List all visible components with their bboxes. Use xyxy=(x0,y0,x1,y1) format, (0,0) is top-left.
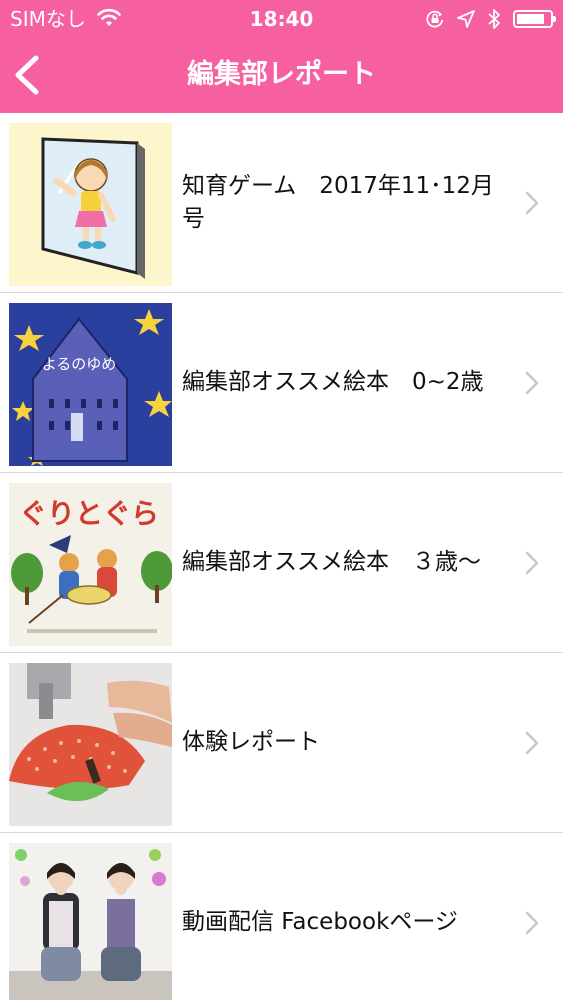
girl-mirror-illustration xyxy=(9,123,172,286)
list-item[interactable]: ぐりとぐら 編集部オススメ絵本 ３歳～ xyxy=(0,473,563,653)
list-item[interactable]: 体験レポート xyxy=(0,653,563,833)
screen: SIMなし 18:40 編集部レポート 知育ゲーム 2017年11･12月号 よ… xyxy=(0,0,563,1000)
back-button[interactable] xyxy=(4,52,54,98)
item-thumbnail: ぐりとぐら xyxy=(9,483,172,646)
location-icon xyxy=(457,10,475,28)
chevron-left-icon xyxy=(15,55,39,95)
list-item[interactable]: よるのゆめ 編集部オススメ絵本 0~2歳 xyxy=(0,293,563,473)
status-icons xyxy=(425,8,556,30)
chevron-right-icon xyxy=(525,191,539,215)
item-thumbnail xyxy=(9,663,172,826)
picture-book-night-stars: よるのゆめ xyxy=(9,303,172,466)
chevron-right-icon xyxy=(525,371,539,395)
list-item[interactable]: 知育ゲーム 2017年11･12月号 xyxy=(0,113,563,293)
navigation-bar: 編集部レポート xyxy=(0,38,563,113)
chevron-right-icon xyxy=(525,911,539,935)
battery-icon xyxy=(513,10,556,28)
header: SIMなし 18:40 編集部レポート xyxy=(0,0,563,113)
item-label: 知育ゲーム 2017年11･12月号 xyxy=(182,172,494,232)
book-title-text: ぐりとぐら xyxy=(19,497,159,530)
chevron-right-icon xyxy=(525,551,539,575)
bluetooth-icon xyxy=(488,9,500,29)
status-bar: SIMなし 18:40 xyxy=(0,0,563,38)
list-item[interactable]: 動画配信 Facebookページ xyxy=(0,833,563,1000)
chevron-right-icon xyxy=(525,731,539,755)
picture-book-guri-gura: ぐりとぐら xyxy=(9,483,172,646)
battery-level xyxy=(517,14,544,24)
book-title-text: よるのゆめ xyxy=(42,355,117,373)
two-women-photo xyxy=(9,843,172,1000)
item-label: 動画配信 Facebookページ xyxy=(182,909,458,935)
item-label: 体験レポート xyxy=(182,729,320,755)
item-label: 編集部オススメ絵本 0~2歳 xyxy=(182,369,484,395)
report-list: 知育ゲーム 2017年11･12月号 よるのゆめ 編集部オススメ絵本 0~2歳 … xyxy=(0,113,563,1000)
item-thumbnail xyxy=(9,123,172,286)
page-title: 編集部レポート xyxy=(187,59,376,90)
sewing-machine-photo xyxy=(9,663,172,826)
item-thumbnail: よるのゆめ xyxy=(9,303,172,466)
item-thumbnail xyxy=(9,843,172,1000)
item-label: 編集部オススメ絵本 ３歳～ xyxy=(182,549,481,575)
orientation-lock-icon xyxy=(426,10,444,28)
